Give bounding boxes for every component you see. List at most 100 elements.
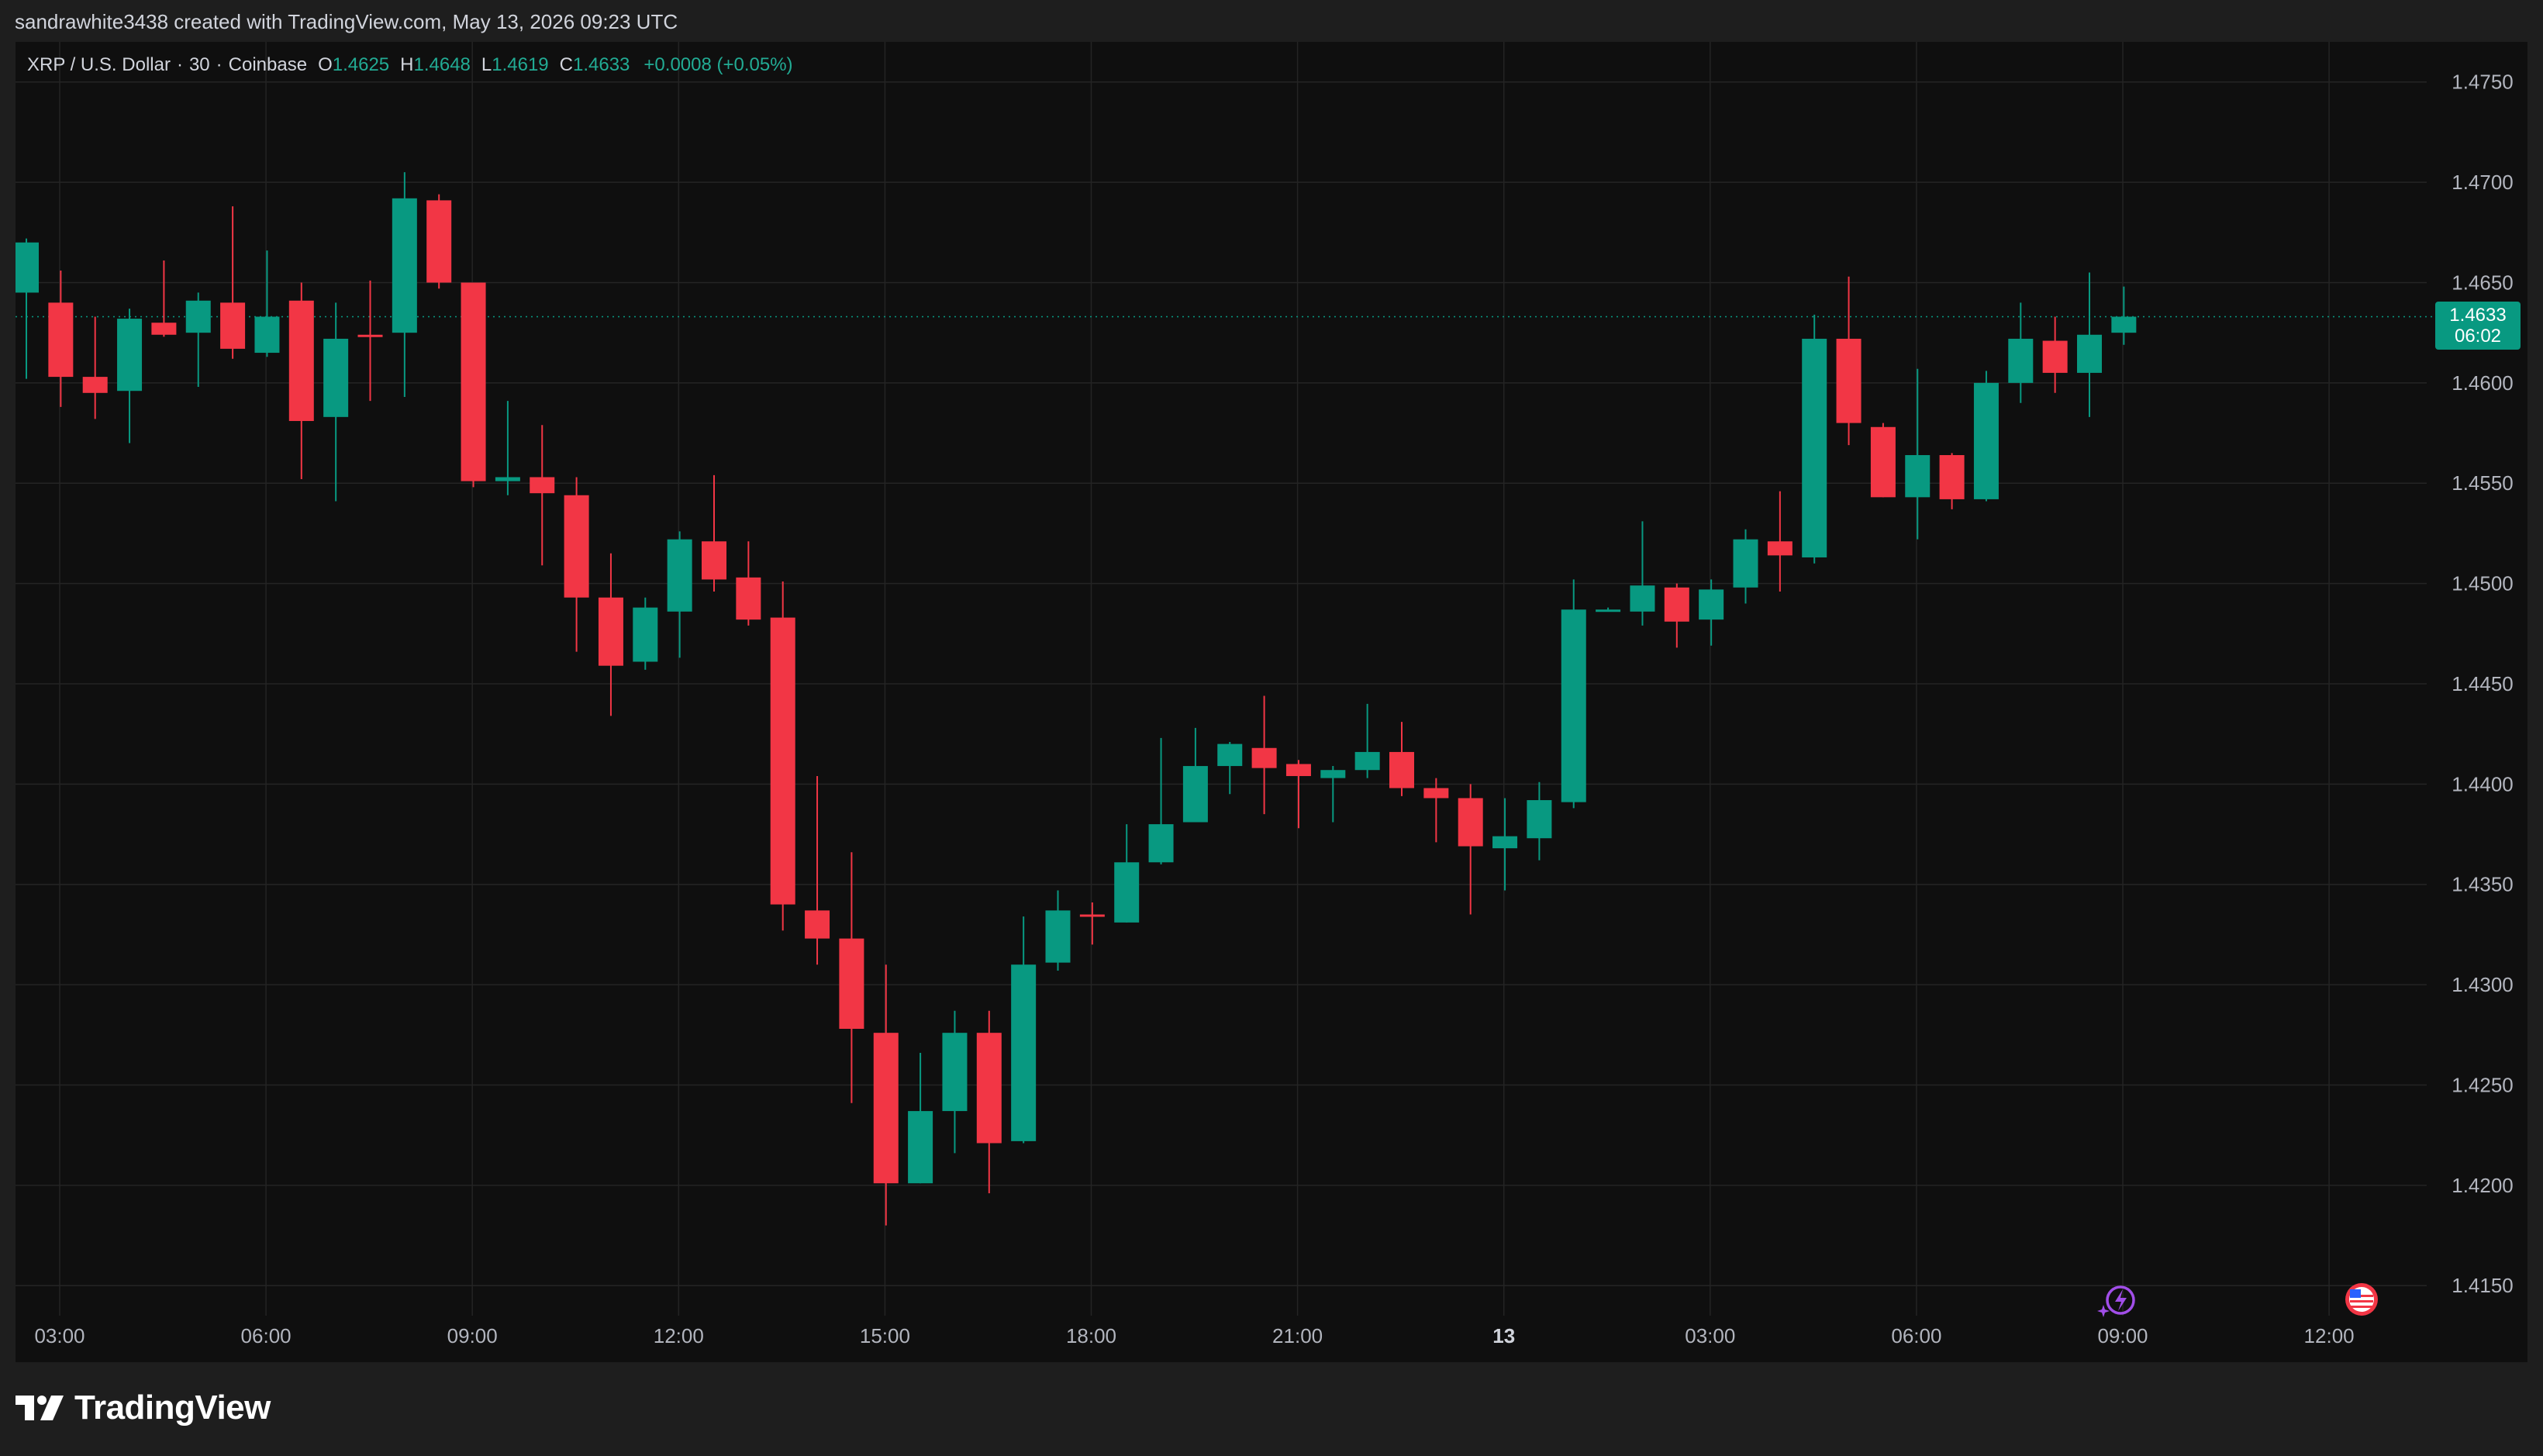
candle-body <box>2077 334 2102 373</box>
candle <box>1389 722 1414 796</box>
tradingview-logo-icon <box>16 1396 64 1420</box>
x-tick-label: 06:00 <box>241 1324 292 1347</box>
y-tick-label: 1.4350 <box>2452 873 2514 896</box>
candle-body <box>1423 788 1449 799</box>
us-flag-icon[interactable] <box>2343 1281 2380 1318</box>
candle <box>839 852 864 1103</box>
y-tick-label: 1.4650 <box>2452 271 2514 294</box>
x-tick-label: 12:00 <box>2304 1324 2355 1347</box>
logo-text: TradingView <box>74 1389 271 1427</box>
candle-body <box>1011 964 1037 1141</box>
x-tick-label: 18:00 <box>1066 1324 1116 1347</box>
candle-body <box>323 338 349 417</box>
candle <box>461 282 486 488</box>
candle-body <box>530 477 555 494</box>
y-tick-label: 1.4150 <box>2452 1274 2514 1297</box>
legend-exchange: Coinbase <box>228 54 308 75</box>
candle-body <box>2042 340 2068 373</box>
legend-separator: · <box>176 54 183 75</box>
candle-body <box>1939 455 1965 499</box>
x-tick-label: 03:00 <box>1685 1324 1735 1347</box>
y-tick-label: 1.4250 <box>2452 1073 2514 1096</box>
candle <box>1905 368 1931 540</box>
candle <box>1182 727 1208 823</box>
candle-body <box>1905 455 1931 498</box>
candle-body <box>14 242 39 293</box>
legend-interval[interactable]: 30 <box>189 53 210 78</box>
candle-body <box>839 938 864 1030</box>
candle-body <box>1217 744 1243 767</box>
candle-body <box>1458 798 1483 847</box>
candle-body <box>1354 751 1380 771</box>
candle-body <box>805 910 830 939</box>
y-tick-label: 1.4400 <box>2452 772 2514 795</box>
candle <box>48 270 74 407</box>
candlestick-chart[interactable]: 1.4750 1.4700 1.4650 1.4600 1.4550 1.4500 1.44… <box>0 0 2543 1456</box>
lightning-sparkle-icon[interactable] <box>2097 1282 2139 1319</box>
y-tick-label: 1.4600 <box>2452 371 2514 395</box>
candle-body <box>976 1033 1002 1144</box>
candle-body <box>288 300 314 422</box>
candle <box>1320 766 1346 823</box>
x-tick-label: 12:00 <box>654 1324 704 1347</box>
candle-body <box>770 617 795 905</box>
candle <box>151 260 177 337</box>
candle-body <box>873 1033 899 1184</box>
x-tick-label: 09:00 <box>2097 1324 2148 1347</box>
candle-body <box>1182 766 1208 823</box>
candle <box>1664 583 1689 648</box>
candle <box>1733 529 1758 604</box>
candle-body <box>1596 609 1621 612</box>
candle <box>976 1010 1002 1194</box>
candle-body <box>736 577 761 620</box>
candle-body <box>1114 862 1140 923</box>
x-tick-label: 21:00 <box>1272 1324 1323 1347</box>
candle-body <box>2008 338 2034 383</box>
candle <box>14 238 39 379</box>
candle-body <box>667 539 692 612</box>
candle <box>1596 607 1621 612</box>
symbol-legend[interactable]: XRP / U.S. Dollar · 30 · Coinbase O 1.46… <box>27 53 793 78</box>
candle <box>323 302 349 502</box>
candle <box>1458 784 1483 915</box>
tradingview-logo[interactable]: TradingView <box>16 1385 271 1431</box>
legend-high-value: 1.4648 <box>413 54 471 75</box>
candle <box>82 316 108 419</box>
candle <box>942 1010 968 1154</box>
candle <box>2111 286 2137 345</box>
candle <box>495 401 520 495</box>
candle <box>1492 798 1518 891</box>
candle <box>392 172 417 397</box>
legend-symbol[interactable]: XRP / U.S. Dollar <box>27 53 171 78</box>
candle-body <box>1492 836 1518 849</box>
y-tick-label: 1.4300 <box>2452 973 2514 996</box>
candle-body <box>1802 338 1827 557</box>
candle-body <box>1251 747 1277 768</box>
candle <box>598 553 623 716</box>
legend-change: +0.0008 (+0.05%) <box>644 54 793 75</box>
candle-body <box>357 334 383 337</box>
candle <box>873 964 899 1226</box>
candle <box>1939 453 1965 509</box>
candle <box>667 531 692 658</box>
candle-body <box>220 302 246 349</box>
candle-body <box>1045 910 1071 963</box>
candle-body <box>151 323 177 335</box>
candle <box>1836 276 1862 446</box>
candle <box>1354 703 1380 778</box>
candle-body <box>426 200 452 283</box>
candle-body <box>1630 585 1655 612</box>
last-price-tag: 1.4633 06:02 <box>2435 302 2521 350</box>
candle-body <box>1079 914 1105 917</box>
legend-close-label: C <box>559 54 573 75</box>
candle-body <box>1836 338 1862 423</box>
candle-body <box>1148 824 1174 863</box>
y-tick-label: 1.4200 <box>2452 1174 2514 1197</box>
candle <box>1870 423 1896 498</box>
x-tick-label: 15:00 <box>860 1324 910 1347</box>
candle <box>1285 760 1311 829</box>
candle <box>908 1053 933 1184</box>
candle <box>1045 890 1071 971</box>
x-tick-label: 06:00 <box>1891 1324 1941 1347</box>
y-tick-label: 1.4500 <box>2452 572 2514 595</box>
